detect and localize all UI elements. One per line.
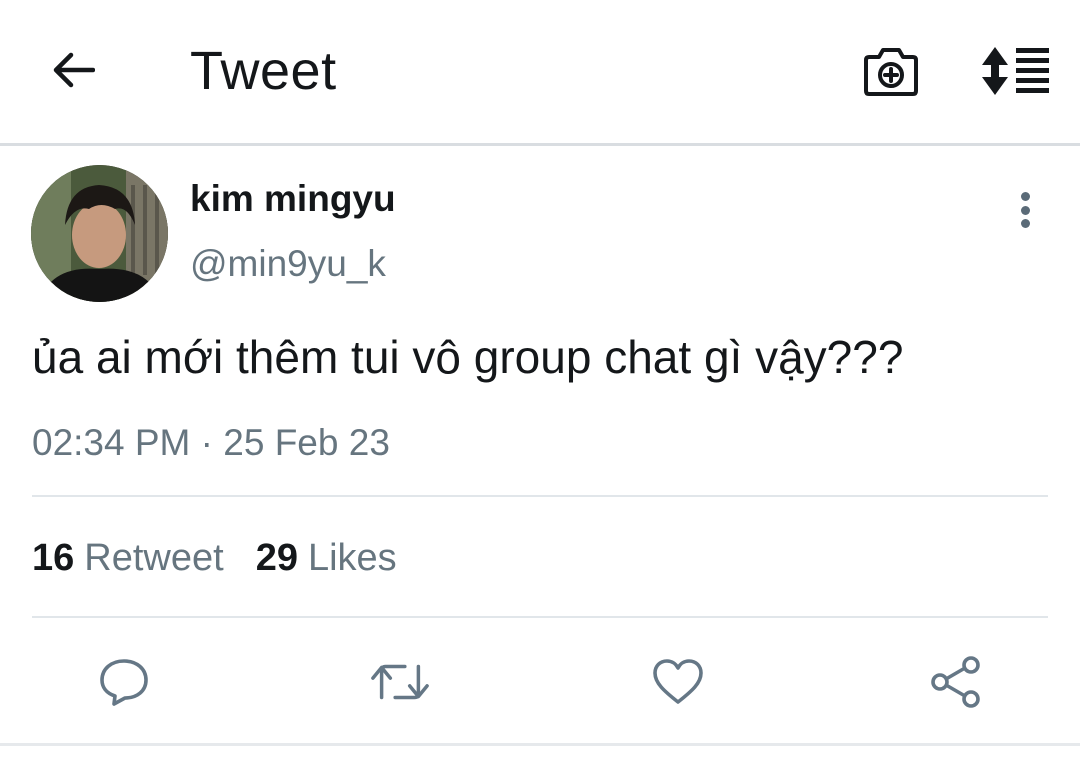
- heart-icon: [653, 659, 703, 704]
- back-button[interactable]: [44, 44, 102, 96]
- likes-count: 29: [255, 537, 298, 579]
- tweet-time: 02:34 PM: [32, 422, 191, 463]
- camera-add-icon: [864, 48, 918, 96]
- reply-icon: [100, 659, 148, 706]
- share-icon: [931, 656, 980, 708]
- timestamp-separator: ·: [200, 422, 213, 463]
- avatar[interactable]: [31, 165, 168, 302]
- retweet-stat[interactable]: 16 Retweet: [32, 537, 224, 580]
- more-dots-icon: [1020, 192, 1030, 201]
- retweet-button[interactable]: [370, 652, 430, 712]
- share-button[interactable]: [926, 652, 986, 712]
- sort-button[interactable]: [978, 40, 1054, 102]
- retweet-count: 16: [32, 537, 75, 579]
- tweet-stats: 16 Retweet 29 Likes: [32, 537, 397, 580]
- divider: [32, 616, 1048, 618]
- retweet-label: Retweet: [84, 537, 224, 579]
- likes-stat[interactable]: 29 Likes: [256, 537, 397, 580]
- camera-button[interactable]: [860, 40, 922, 102]
- more-options-button[interactable]: [1008, 188, 1042, 232]
- tweet-timestamp: 02:34 PM · 25 Feb 23: [32, 422, 390, 464]
- bottom-divider: [0, 743, 1080, 746]
- divider: [32, 495, 1048, 497]
- avatar-photo: [31, 165, 168, 302]
- reply-button[interactable]: [94, 652, 154, 712]
- sort-list-icon: [982, 47, 1049, 95]
- tweet-date: 25 Feb 23: [223, 422, 390, 463]
- tweet-text: ủa ai mới thêm tui vô group chat gì vậy?…: [32, 331, 904, 383]
- back-arrow-icon: [53, 52, 95, 88]
- more-dot: [1020, 219, 1030, 228]
- user-handle[interactable]: @min9yu_k: [190, 243, 386, 285]
- likes-label: Likes: [307, 537, 397, 579]
- page-title: Tweet: [190, 41, 337, 101]
- more-dot: [1020, 205, 1030, 215]
- top-app-bar: Tweet: [0, 0, 1080, 146]
- display-name[interactable]: kim mingyu: [190, 178, 396, 220]
- retweet-icon: [371, 664, 429, 700]
- like-button[interactable]: [648, 652, 708, 712]
